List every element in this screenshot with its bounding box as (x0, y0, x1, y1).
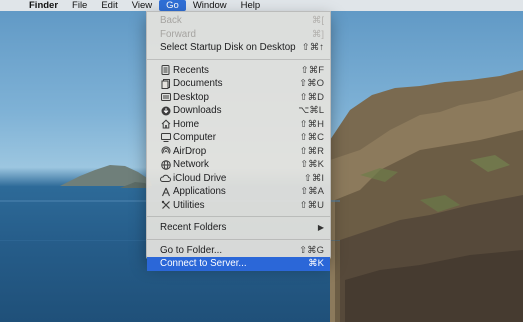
menu-bar: Finder File Edit View Go Window Help (0, 0, 523, 11)
home-icon (160, 119, 171, 130)
menu-item-go-to-folder[interactable]: Go to Folder... ⇧⌘G (147, 244, 330, 258)
menu-go[interactable]: Go (159, 0, 186, 11)
shortcut: ⇧⌘K (300, 159, 324, 171)
menu-item-label: Home (173, 118, 200, 130)
menu-item-label: AirDrop (173, 145, 207, 157)
menu-item-select-startup-disk[interactable]: Select Startup Disk on Desktop ⇧⌘↑ (147, 41, 330, 55)
menu-edit[interactable]: Edit (94, 0, 124, 11)
shortcut: ⌘[ (311, 15, 324, 27)
shortcut: ⇧⌘H (299, 118, 324, 130)
documents-icon (160, 78, 171, 89)
menu-item-documents[interactable]: Documents ⇧⌘O (147, 77, 330, 91)
shortcut: ⇧⌘F (300, 64, 324, 76)
shortcut: ⇧⌘D (299, 91, 324, 103)
menu-item-downloads[interactable]: Downloads ⌥⌘L (147, 104, 330, 118)
menu-item-airdrop[interactable]: AirDrop ⇧⌘R (147, 145, 330, 159)
menu-item-label: Forward (160, 28, 196, 40)
shortcut: ⇧⌘A (300, 186, 324, 198)
menu-item-recents[interactable]: Recents ⇧⌘F (147, 64, 330, 78)
submenu-arrow-icon: ▶ (317, 223, 324, 233)
menu-item-desktop[interactable]: Desktop ⇧⌘D (147, 91, 330, 105)
menu-item-connect-to-server[interactable]: Connect to Server... ⌘K (147, 257, 330, 271)
menu-item-label: Applications (173, 186, 226, 198)
menu-item-network[interactable]: Network ⇧⌘K (147, 158, 330, 172)
menu-item-computer[interactable]: Computer ⇧⌘C (147, 131, 330, 145)
menu-item-label: Network (173, 159, 209, 171)
shortcut: ⇧⌘G (299, 244, 324, 256)
menu-item-label: iCloud Drive (173, 172, 227, 184)
menu-item-home[interactable]: Home ⇧⌘H (147, 118, 330, 132)
menu-separator (147, 58, 330, 60)
utilities-icon (160, 200, 171, 211)
menu-item-label: Recents (173, 64, 209, 76)
network-icon (160, 159, 171, 170)
applications-icon (160, 186, 171, 197)
menu-item-label: Desktop (173, 91, 209, 103)
shortcut: ⇧⌘↑ (301, 42, 324, 54)
menu-item-applications[interactable]: Applications ⇧⌘A (147, 185, 330, 199)
recents-icon (160, 65, 171, 76)
menu-item-recent-folders[interactable]: Recent Folders ▶ (147, 221, 330, 235)
shortcut: ⇧⌘U (299, 199, 324, 211)
menu-item-label: Documents (173, 78, 223, 90)
downloads-icon (160, 105, 171, 116)
shortcut: ⇧⌘I (303, 172, 324, 184)
airdrop-icon (160, 146, 171, 157)
shortcut: ⌘K (308, 258, 324, 270)
menu-item-forward: Forward ⌘] (147, 28, 330, 42)
menu-file[interactable]: File (65, 0, 94, 11)
menu-item-icloud-drive[interactable]: iCloud Drive ⇧⌘I (147, 172, 330, 186)
menu-item-utilities[interactable]: Utilities ⇧⌘U (147, 199, 330, 213)
shortcut: ⌥⌘L (298, 105, 324, 117)
menu-item-label: Computer (173, 132, 217, 144)
desktop-icon (160, 92, 171, 103)
menu-item-back: Back ⌘[ (147, 14, 330, 28)
menu-item-label: Go to Folder... (160, 244, 223, 256)
go-menu-dropdown: Back ⌘[ Forward ⌘] Select Startup Disk o… (146, 11, 331, 271)
icloud-icon (160, 173, 171, 184)
menu-separator (147, 216, 330, 217)
shortcut: ⇧⌘R (299, 145, 324, 157)
menu-view[interactable]: View (125, 0, 159, 11)
shortcut: ⇧⌘C (299, 132, 324, 144)
menu-finder[interactable]: Finder (22, 0, 65, 11)
shortcut: ⇧⌘O (299, 78, 324, 90)
menu-item-label: Downloads (173, 105, 222, 117)
menu-item-label: Back (160, 15, 182, 27)
shortcut: ⌘] (311, 28, 324, 40)
menu-window[interactable]: Window (186, 0, 234, 11)
menu-separator (147, 238, 330, 240)
menu-item-label: Recent Folders (160, 222, 227, 234)
menu-item-label: Utilities (173, 199, 205, 211)
menu-item-label: Connect to Server... (160, 258, 247, 270)
menu-help[interactable]: Help (234, 0, 268, 11)
menu-item-label: Select Startup Disk on Desktop (160, 42, 296, 54)
computer-icon (160, 132, 171, 143)
